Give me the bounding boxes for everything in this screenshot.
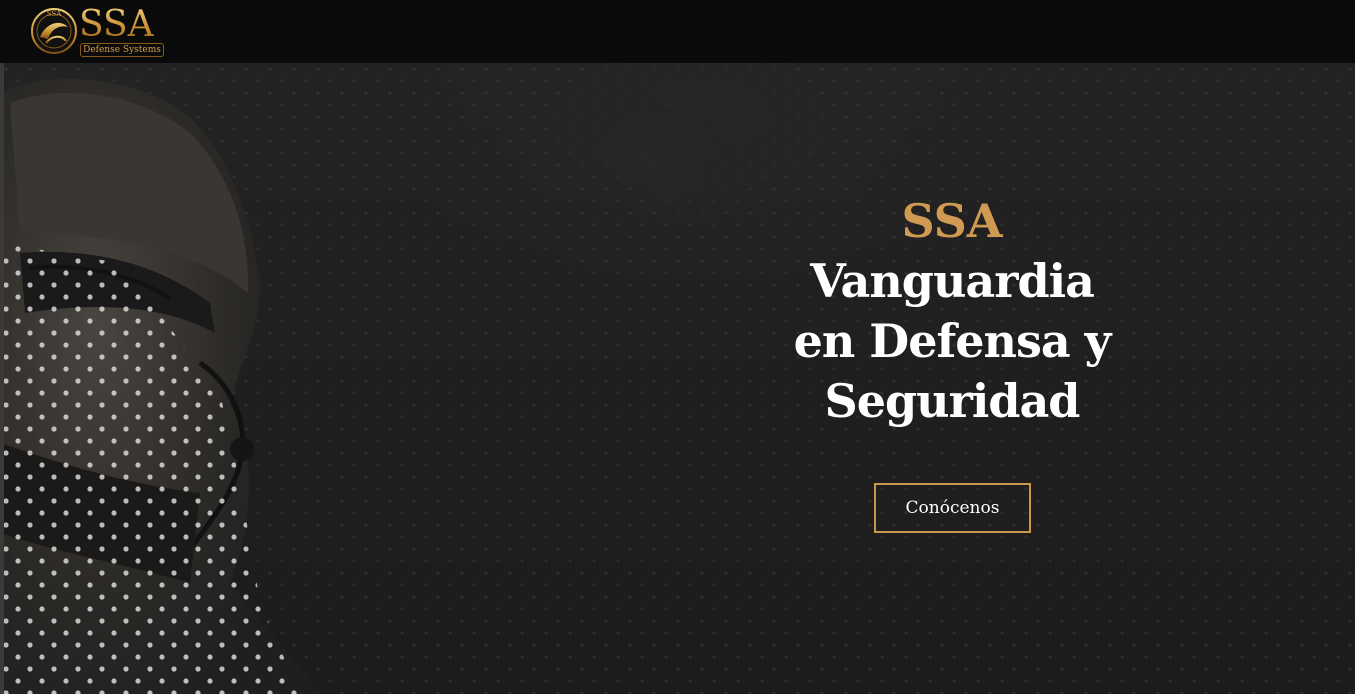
headline-brand: SSA [901,194,1003,248]
logo-subtitle: Defense Systems [80,43,164,57]
top-navigation-bar: SSA SSA Defense Systems [0,0,1355,63]
emblem-label: SSA [47,10,62,18]
headline-line-1: Vanguardia [810,254,1095,308]
headline-line-2: en Defensa y [793,314,1112,368]
headline-line-3: Seguridad [824,374,1081,428]
hero-section: SSA Vanguardia en Defensa y Seguridad Co… [0,63,1355,694]
site-logo[interactable]: SSA SSA Defense Systems [30,5,166,59]
hero-left-edge [0,63,4,694]
logo-wordmark: SSA [79,4,154,45]
ssa-emblem-icon: SSA [31,8,77,54]
conocenos-button[interactable]: Conócenos [874,483,1031,533]
hero-headline: SSA Vanguardia en Defensa y Seguridad [752,191,1152,431]
